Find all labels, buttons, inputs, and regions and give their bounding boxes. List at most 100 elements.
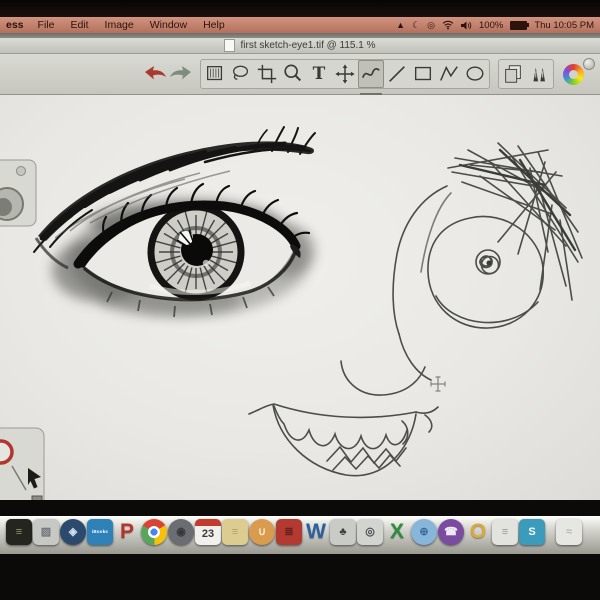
dock-item-globe[interactable]: ⊕ bbox=[411, 519, 437, 545]
move-tool[interactable] bbox=[332, 60, 358, 88]
rectangle-tool[interactable] bbox=[410, 60, 436, 88]
select-lasso-icon bbox=[233, 65, 249, 80]
alert-triangle-icon[interactable]: ▲ bbox=[396, 20, 405, 30]
dock-item-outlook[interactable]: O bbox=[465, 519, 491, 545]
text-glyph: T bbox=[312, 64, 326, 84]
color-wheel-icon bbox=[562, 63, 584, 85]
zoom-icon bbox=[284, 64, 302, 82]
calendar-header bbox=[195, 519, 221, 526]
dock-item-photo-booth[interactable]: ◉ bbox=[168, 519, 194, 545]
pens-icon bbox=[533, 67, 545, 82]
document-canvas[interactable] bbox=[0, 95, 600, 500]
select-lasso-tool[interactable] bbox=[228, 60, 254, 88]
dock-item-red-book[interactable]: ≣ bbox=[276, 519, 302, 545]
redo-icon bbox=[170, 66, 191, 80]
dock-item-rosette-app[interactable]: ◎ bbox=[357, 519, 383, 545]
red-book-glyph: ≣ bbox=[284, 526, 294, 538]
dock-item-calendar[interactable]: 23 bbox=[195, 519, 221, 545]
battery-percent-label[interactable]: 100% bbox=[479, 20, 503, 31]
dock-item-viber[interactable]: ☎ bbox=[438, 519, 464, 545]
volume-icon[interactable] bbox=[461, 21, 472, 30]
calendar-date: 23 bbox=[201, 528, 215, 540]
dock-item-preview[interactable]: ▨ bbox=[33, 519, 59, 545]
menu-clock[interactable]: Thu 10:05 PM bbox=[534, 20, 594, 31]
zoom-tool[interactable] bbox=[280, 60, 306, 88]
menu-image[interactable]: Image bbox=[97, 19, 142, 31]
dock-item-ibooks-orange[interactable]: ∪ bbox=[249, 519, 275, 545]
menu-status-area: ▲ ☾ ◎ 100% Thu 10:05 PM bbox=[396, 20, 594, 31]
menu-bar: ess File Edit Image Window Help ▲ ☾ ◎ 100% T… bbox=[0, 17, 600, 33]
line-tool[interactable] bbox=[384, 60, 410, 88]
toolbar-overflow-button[interactable] bbox=[583, 58, 595, 70]
canvas-artwork bbox=[0, 126, 583, 500]
duplicate-tool[interactable] bbox=[500, 60, 526, 88]
dock-icons: ≡ ▨ ◈ iBooks P ◉ 23 ≡ ∪ ≣ W ♣ ◎ X ⊕ ☎ O ≡ S ≈ bbox=[6, 519, 582, 545]
crop-icon bbox=[257, 64, 277, 84]
photo-booth-glyph: ◉ bbox=[176, 526, 186, 538]
realistic-eye-sketch bbox=[33, 126, 316, 318]
move-cursor bbox=[430, 376, 446, 392]
doodle-face-sketch bbox=[248, 142, 583, 477]
line-icon bbox=[389, 66, 405, 82]
undo-icon bbox=[145, 66, 166, 80]
dock-item-ibooks-blue[interactable]: iBooks bbox=[87, 519, 113, 545]
move-icon bbox=[335, 64, 355, 84]
dock-item-skype[interactable]: S bbox=[519, 519, 545, 545]
window-title: first sketch-eye1.tif @ 115.1 % bbox=[240, 40, 376, 51]
ellipse-tool[interactable] bbox=[462, 60, 488, 88]
undo-tool[interactable] bbox=[142, 60, 168, 88]
menu-items: File Edit Image Window Help bbox=[30, 19, 233, 31]
document-proxy-icon[interactable] bbox=[224, 39, 236, 52]
stickies-glyph: ≡ bbox=[231, 526, 239, 538]
select-marquee-tool[interactable] bbox=[202, 60, 228, 88]
color-swatch-red[interactable] bbox=[0, 439, 14, 465]
screen-bezel-top bbox=[0, 0, 600, 17]
rectangle-icon bbox=[414, 66, 432, 81]
duplicate-icon bbox=[505, 65, 521, 83]
tool-group-1: T bbox=[200, 59, 490, 95]
menu-edit[interactable]: Edit bbox=[62, 19, 96, 31]
menu-window[interactable]: Window bbox=[142, 19, 195, 31]
time-machine-icon[interactable]: ◎ bbox=[427, 20, 435, 30]
pencil-tool[interactable] bbox=[358, 60, 384, 95]
options-palette[interactable] bbox=[0, 427, 45, 500]
palette-knob[interactable] bbox=[16, 166, 26, 176]
doodle-pupil-scribble bbox=[475, 249, 501, 275]
dock-item-terminal[interactable]: ≡ bbox=[6, 519, 32, 545]
doodle-mouth bbox=[248, 403, 439, 477]
polyline-tool[interactable] bbox=[436, 60, 462, 88]
menu-file[interactable]: File bbox=[30, 19, 63, 31]
pens-tool[interactable] bbox=[526, 60, 552, 88]
window-title-bar[interactable]: first sketch-eye1.tif @ 115.1 % bbox=[0, 38, 600, 54]
doodle-profile-line bbox=[340, 185, 452, 396]
text-tool[interactable]: T bbox=[306, 60, 332, 88]
dock-item-word[interactable]: W bbox=[303, 519, 329, 545]
dock-item-notes[interactable]: ≡ bbox=[492, 519, 518, 545]
menu-help[interactable]: Help bbox=[195, 19, 233, 31]
chrome-icon bbox=[141, 519, 167, 545]
redo-tool[interactable] bbox=[168, 60, 194, 88]
red-p-glyph: P bbox=[119, 520, 134, 543]
dock-item-palm-app[interactable]: ♣ bbox=[330, 519, 356, 545]
dock: ≡ ▨ ◈ iBooks P ◉ 23 ≡ ∪ ≣ W ♣ ◎ X ⊕ ☎ O ≡ S ≈ bbox=[0, 500, 600, 600]
crop-tool[interactable] bbox=[254, 60, 280, 88]
brush-palette[interactable] bbox=[0, 159, 37, 227]
notes-glyph: ≡ bbox=[501, 526, 509, 538]
moon-icon[interactable]: ☾ bbox=[412, 20, 420, 30]
globe-glyph: ⊕ bbox=[419, 526, 429, 538]
dock-item-stickies[interactable]: ≡ bbox=[222, 519, 248, 545]
dock-item-red-p[interactable]: P bbox=[114, 519, 140, 545]
dock-item-chrome[interactable] bbox=[141, 519, 167, 545]
dock-item-trash[interactable]: ≈ bbox=[556, 519, 582, 545]
app-menu-partial[interactable]: ess bbox=[6, 19, 24, 31]
dock-item-safari[interactable]: ◈ bbox=[60, 519, 86, 545]
excel-glyph: X bbox=[389, 520, 404, 543]
wifi-icon[interactable] bbox=[442, 20, 454, 30]
skype-glyph: S bbox=[528, 526, 536, 538]
battery-icon[interactable] bbox=[510, 20, 530, 30]
doodle-hair-scribble bbox=[447, 142, 583, 301]
ibooks-blue-glyph: iBooks bbox=[91, 529, 109, 534]
ellipse-icon bbox=[466, 66, 484, 81]
outlook-glyph: O bbox=[469, 520, 487, 543]
dock-item-excel[interactable]: X bbox=[384, 519, 410, 545]
